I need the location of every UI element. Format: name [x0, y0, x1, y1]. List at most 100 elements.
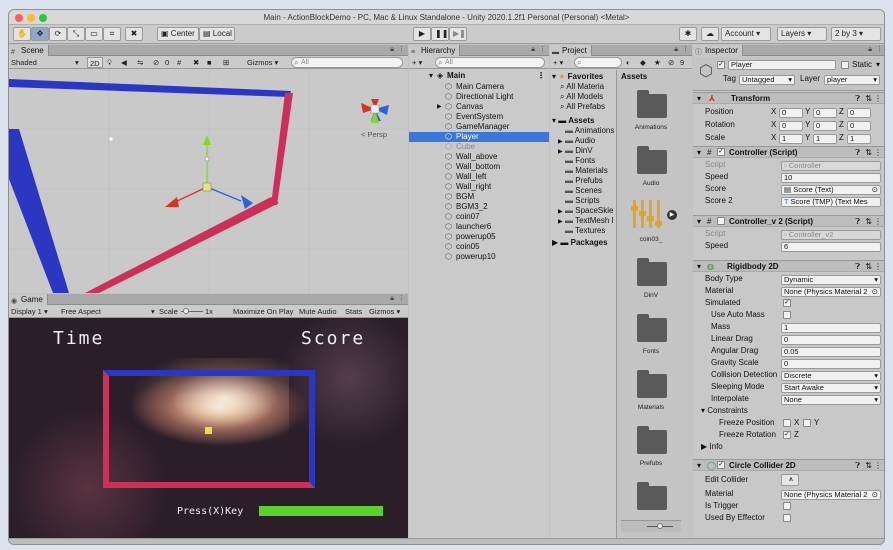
object-picker-icon[interactable]: ⊙ [872, 491, 878, 499]
pause-button[interactable]: ❚❚ [431, 27, 449, 41]
help-icon[interactable]: ❓︎ [855, 460, 860, 471]
project-search-input[interactable] [574, 57, 622, 68]
lock-icon[interactable]: 🔒︎ [390, 46, 394, 54]
cloud-icon[interactable]: ☁ [701, 27, 719, 41]
hidden-objects-icon[interactable]: ⊘ [153, 57, 159, 68]
filter-label-icon[interactable]: ◆ [640, 57, 646, 68]
asset-folder-item[interactable]: ▶ ▬ DinV [558, 146, 616, 156]
packages-section[interactable]: ▶ ▬ Packages [552, 238, 608, 248]
controller-v2-speed-field[interactable]: 6 [781, 242, 881, 252]
gizmo-settings-icon[interactable]: ⊞ [223, 57, 229, 68]
scale-slider-thumb[interactable] [183, 308, 189, 314]
rect-tool-icon[interactable]: ▭ [85, 27, 103, 41]
component-menu-icon[interactable]: ⋮ [874, 147, 882, 158]
asset-folder-item[interactable]: ▬ Materials [558, 166, 616, 176]
grid-icon[interactable]: # [177, 57, 181, 68]
custom-tool-icon[interactable]: ✖ [125, 27, 143, 41]
step-button[interactable]: ▶❚ [449, 27, 467, 41]
maximize-on-play-toggle[interactable]: Maximize On Play [233, 306, 293, 317]
favorite-item[interactable]: ⌕ All Models [560, 92, 616, 102]
static-checkbox[interactable] [841, 61, 849, 69]
component-menu-icon[interactable]: ⋮ [874, 93, 882, 104]
asset-grid-item[interactable]: Audio [617, 140, 685, 194]
asset-folder-item[interactable]: ▬ Scripts [558, 196, 616, 206]
controller-v2-enabled-checkbox[interactable] [717, 217, 725, 225]
preset-icon[interactable]: ⇅ [865, 261, 872, 272]
play-preview-icon[interactable]: ▶ [667, 210, 677, 220]
hierarchy-item[interactable]: ⬡ Wall_bottom [409, 162, 549, 172]
persp-label[interactable]: < Persp [361, 130, 387, 139]
freeze-position-x-checkbox[interactable] [783, 419, 791, 427]
display-dropdown[interactable]: Display 1 ▾ [11, 306, 48, 317]
active-checkbox[interactable]: ✓ [717, 61, 725, 69]
menu-icon[interactable]: ⋮ [876, 45, 883, 53]
interpolate-dropdown[interactable]: None ▾ [781, 395, 881, 405]
wall-right-top[interactable] [271, 93, 293, 205]
lock-icon[interactable]: 🔒︎ [531, 46, 535, 54]
lock-icon[interactable]: 🔒︎ [390, 295, 394, 303]
gizmos-dropdown[interactable]: Gizmos ▾ [247, 57, 278, 68]
shading-mode-dropdown[interactable]: Shaded [11, 57, 37, 68]
preset-icon[interactable]: ⇅ [865, 93, 872, 104]
wall-bottom[interactable] [85, 197, 279, 293]
minimize-window-button[interactable] [27, 14, 35, 22]
angular-drag-field[interactable]: 0.05 [781, 347, 881, 357]
transform-y-field[interactable]: 0 [813, 121, 837, 131]
hand-tool-icon[interactable]: ✋ [13, 27, 31, 41]
mode-2d-toggle[interactable]: 2D [87, 57, 103, 68]
game-viewport[interactable]: Time Score Press(X)Key [9, 318, 408, 538]
hierarchy-item[interactable]: ⬡ launcher6 [409, 222, 549, 232]
edit-collider-button[interactable]: ⩚ [781, 474, 799, 486]
pivot-center-button[interactable]: ▣ Center [157, 27, 199, 41]
menu-icon[interactable]: ⋮ [539, 45, 546, 53]
body-type-dropdown[interactable]: Dynamic ▾ [781, 275, 881, 285]
help-icon[interactable]: ❓︎ [855, 93, 860, 104]
favorite-item[interactable]: ⌕ All Materia [560, 82, 616, 92]
auto-mass-checkbox[interactable] [783, 311, 791, 319]
tab-hierarchy[interactable]: ≡ Hierarchy [409, 45, 461, 56]
scene-menu-icon[interactable]: ⋮ [537, 71, 545, 81]
stats-toggle[interactable]: Stats [345, 306, 362, 317]
menu-icon[interactable]: ⋮ [682, 45, 689, 53]
lock-icon[interactable]: 🔒︎ [868, 46, 872, 54]
asset-grid-item[interactable]: Animations [617, 84, 685, 138]
hidden-packages-icon[interactable]: ⊘ [668, 57, 674, 68]
asset-folder-item[interactable]: ▬ Scenes [558, 186, 616, 196]
cc-material-field[interactable]: None (Physics Material 2 ⊙ [781, 490, 881, 500]
preset-icon[interactable]: ⇅ [865, 216, 872, 227]
lighting-icon[interactable]: 💡︎ [107, 57, 112, 68]
hierarchy-item[interactable]: ⬡ Cube [409, 142, 549, 152]
asset-grid-item[interactable]: Fonts [617, 308, 685, 362]
audio-icon[interactable]: ◀︎ [121, 57, 127, 68]
menu-icon[interactable]: ⋮ [398, 294, 405, 302]
close-window-button[interactable] [15, 14, 23, 22]
icon-size-slider-thumb[interactable] [657, 523, 663, 529]
hierarchy-item[interactable]: ⬡ GameManager [409, 122, 549, 132]
hierarchy-search-input[interactable]: All [435, 57, 545, 68]
asset-folder-item[interactable]: ▶ ▬ Audio [558, 136, 616, 146]
hierarchy-item[interactable]: ⬡ BGM3_2 [409, 202, 549, 212]
simulated-checkbox[interactable]: ✓ [783, 299, 791, 307]
hierarchy-item[interactable]: ⬡ EventSystem [409, 112, 549, 122]
hierarchy-item[interactable]: ⬡ Wall_right [409, 182, 549, 192]
asset-folder-item[interactable]: ▬ Fonts [558, 156, 616, 166]
is-trigger-checkbox[interactable] [783, 502, 791, 510]
object-picker-icon[interactable]: ⊙ [872, 186, 878, 194]
object-picker-icon[interactable]: ⊙ [872, 288, 878, 296]
wall-left[interactable] [9, 129, 69, 293]
transform-z-field[interactable]: 1 [847, 134, 871, 144]
controller-enabled-checkbox[interactable]: ✓ [717, 148, 725, 156]
asset-grid-item[interactable]: Prefubs [617, 420, 685, 474]
chevron-down-icon[interactable]: ▾ [876, 60, 880, 70]
layer-dropdown[interactable]: player ▾ [824, 75, 880, 85]
transform-y-field[interactable]: 1 [813, 134, 837, 144]
tag-dropdown[interactable]: Untagged ▾ [739, 75, 795, 85]
component-menu-icon[interactable]: ⋮ [874, 261, 882, 272]
transform-z-field[interactable]: 0 [847, 108, 871, 118]
help-icon[interactable]: ❓︎ [855, 261, 860, 272]
transform-tool-icon[interactable]: ⌗ [103, 27, 121, 41]
hierarchy-item[interactable]: ⬡ coin05 [409, 242, 549, 252]
controller-score-field[interactable]: ▤ Score (Text) ⊙ [781, 185, 881, 195]
menu-icon[interactable]: ⋮ [398, 45, 405, 53]
constraints-foldout[interactable]: ▾ Constraints [701, 406, 748, 416]
